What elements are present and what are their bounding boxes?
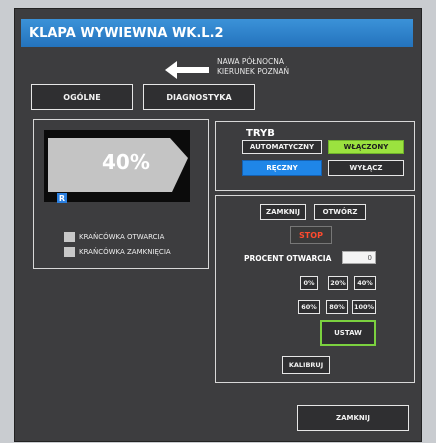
preset-60-button[interactable]: 60% <box>298 300 320 314</box>
gauge-value: 40% <box>102 150 150 174</box>
footer-close-button[interactable]: ZAMKNIJ <box>297 405 409 431</box>
opening-gauge: 40% R <box>44 130 190 203</box>
stop-button[interactable]: STOP <box>290 226 332 244</box>
mode-on-button[interactable]: WŁĄCZONY <box>328 140 404 154</box>
mode-panel: TRYB AUTOMATYCZNY WŁĄCZONY RĘCZNY WYŁĄCZ <box>215 121 415 191</box>
close-button[interactable]: ZAMKNIJ <box>260 204 306 220</box>
tab-diagnostics[interactable]: DIAGNOSTYKA <box>143 84 255 110</box>
limit-open: KRAŃCÓWKA OTWARCIA <box>64 232 164 242</box>
mode-off-button[interactable]: WYŁĄCZ <box>328 160 404 176</box>
limit-closed-label: KRAŃCÓWKA ZAMKNIĘCIA <box>79 248 171 256</box>
limit-closed-indicator <box>64 247 75 257</box>
preset-20-button[interactable]: 20% <box>328 276 348 290</box>
limit-closed: KRAŃCÓWKA ZAMKNIĘCIA <box>64 247 171 257</box>
direction-info: NAWA PÓŁNOCNA KIERUNEK POZNAŃ <box>217 57 289 77</box>
mode-label: TRYB <box>246 128 275 139</box>
set-button[interactable]: USTAW <box>320 320 376 346</box>
calibrate-button[interactable]: KALIBRUJ <box>282 356 330 374</box>
preset-40-button[interactable]: 40% <box>354 276 376 290</box>
mode-manual-button[interactable]: RĘCZNY <box>242 160 322 176</box>
window-title: KLAPA WYWIEWNA WK.L.2 <box>21 19 413 47</box>
remote-badge: R <box>57 193 67 203</box>
percent-input[interactable] <box>342 251 376 264</box>
limit-open-indicator <box>64 232 75 242</box>
arrow-left-icon <box>165 61 209 79</box>
direction-line-1: NAWA PÓŁNOCNA <box>217 57 284 66</box>
preset-0-button[interactable]: 0% <box>300 276 318 290</box>
limit-open-label: KRAŃCÓWKA OTWARCIA <box>79 233 165 241</box>
mode-automatic-button[interactable]: AUTOMATYCZNY <box>242 140 322 154</box>
tab-general[interactable]: OGÓLNE <box>31 84 133 110</box>
open-button[interactable]: OTWÓRZ <box>314 204 366 220</box>
control-screen: KLAPA WYWIEWNA WK.L.2 NAWA PÓŁNOCNA KIER… <box>14 8 422 442</box>
control-panel: ZAMKNIJ OTWÓRZ STOP PROCENT OTWARCIA 0% … <box>215 195 415 383</box>
preset-100-button[interactable]: 100% <box>352 300 376 314</box>
preset-80-button[interactable]: 80% <box>326 300 348 314</box>
direction-line-2: KIERUNEK POZNAŃ <box>217 67 290 76</box>
percent-label: PROCENT OTWARCIA <box>244 254 332 263</box>
status-panel: 40% R KRAŃCÓWKA OTWARCIA KRAŃCÓWKA ZAMKN… <box>33 119 209 269</box>
